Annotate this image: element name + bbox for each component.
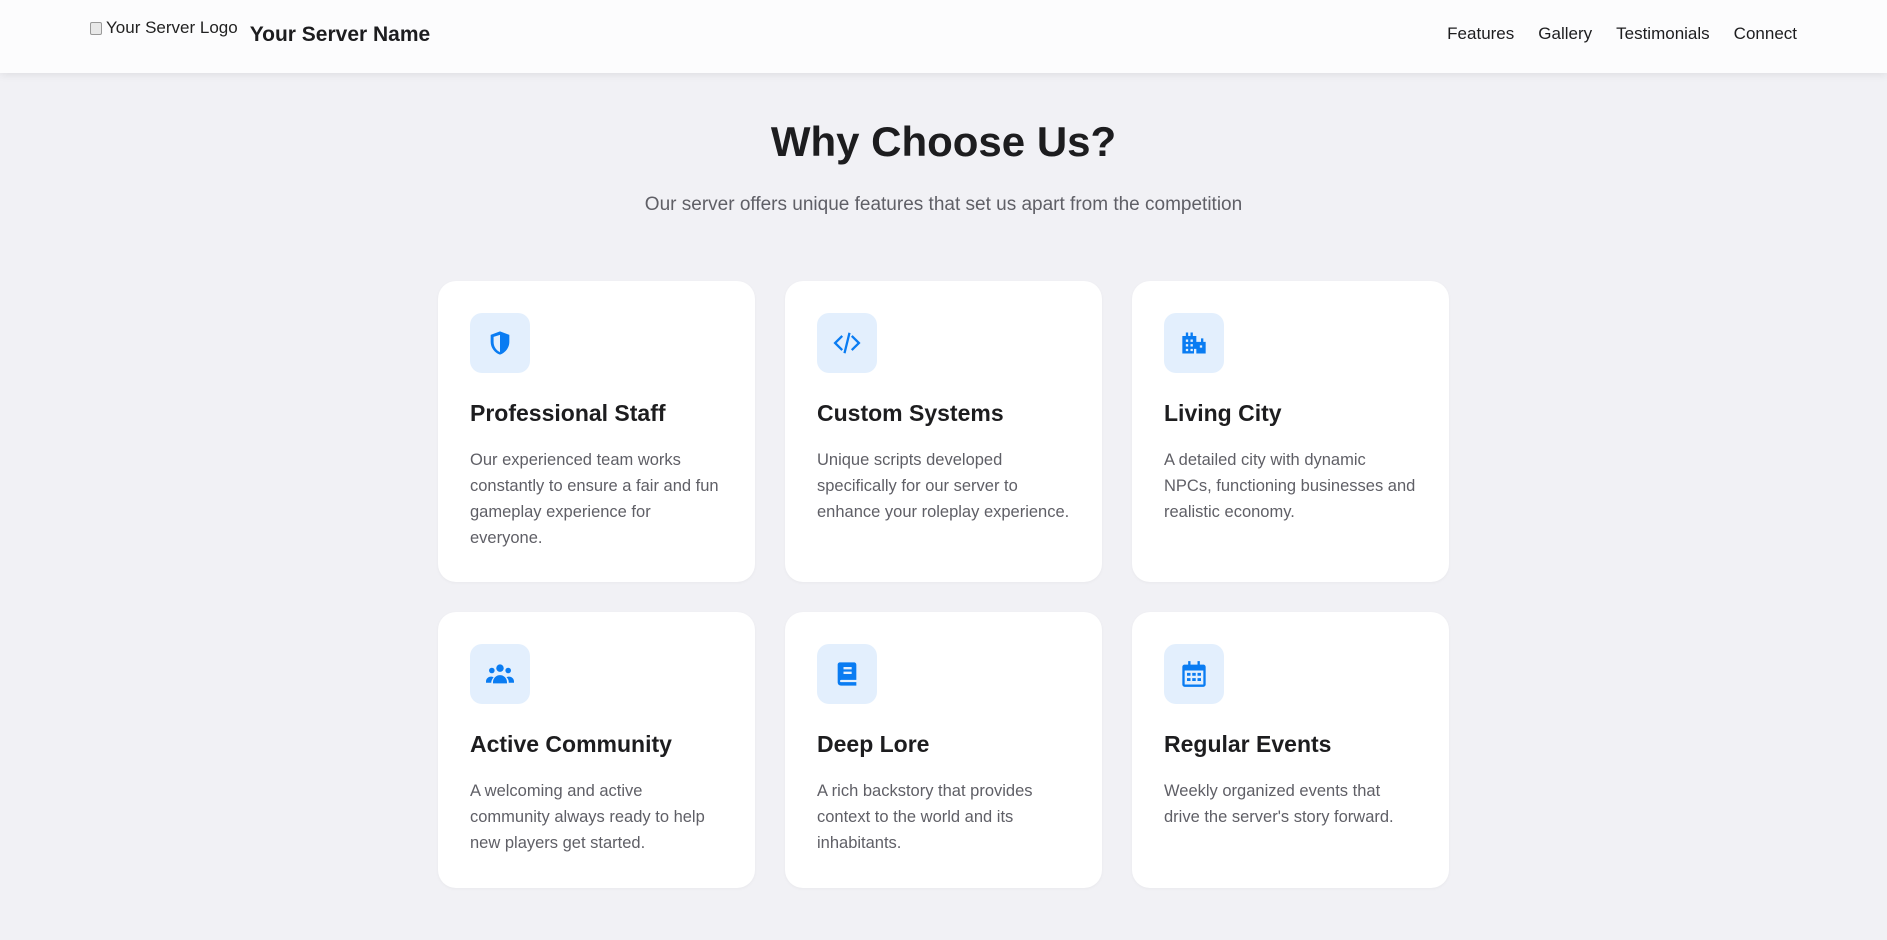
- feature-text: Our experienced team works constantly to…: [470, 451, 719, 547]
- feature-title: Active Community: [470, 731, 672, 757]
- nav-testimonials[interactable]: Testimonials: [1616, 24, 1710, 44]
- feature-title: Deep Lore: [817, 731, 930, 757]
- shield-icon: [470, 313, 530, 373]
- site-name[interactable]: Your Server Name: [250, 23, 431, 47]
- server-logo[interactable]: Your Server Logo: [90, 18, 238, 38]
- users-icon: [470, 644, 530, 704]
- calendar-icon: [1164, 644, 1224, 704]
- site-header: Your Server Logo Your Server Name Featur…: [0, 0, 1887, 73]
- logo-alt-text: Your Server Logo: [106, 18, 238, 37]
- feature-card-living-city: Living City A detailed city with dynamic…: [1132, 281, 1449, 582]
- main-nav: Features Gallery Testimonials Connect: [1447, 24, 1797, 44]
- feature-text: A detailed city with dynamic NPCs, funct…: [1164, 451, 1416, 521]
- features-grid: Professional Staff Our experienced team …: [438, 281, 1449, 888]
- feature-text: Weekly organized events that drive the s…: [1164, 782, 1394, 826]
- nav-features[interactable]: Features: [1447, 24, 1514, 44]
- feature-title: Living City: [1164, 400, 1282, 426]
- feature-card-regular-events: Regular Events Weekly organized events t…: [1132, 612, 1449, 888]
- feature-title: Custom Systems: [817, 400, 1004, 426]
- feature-text: A rich backstory that provides context t…: [817, 782, 1033, 852]
- city-icon: [1164, 313, 1224, 373]
- code-icon: [817, 313, 877, 373]
- feature-text: A welcoming and active community always …: [470, 782, 705, 852]
- broken-image-icon: [90, 21, 102, 35]
- brand[interactable]: Your Server Logo Your Server Name: [90, 17, 430, 47]
- feature-title: Professional Staff: [470, 400, 666, 426]
- feature-card-professional-staff: Professional Staff Our experienced team …: [438, 281, 755, 582]
- feature-card-custom-systems: Custom Systems Unique scripts developed …: [785, 281, 1102, 582]
- feature-card-active-community: Active Community A welcoming and active …: [438, 612, 755, 888]
- section-title: Why Choose Us?: [770, 118, 1117, 165]
- feature-title: Regular Events: [1164, 731, 1332, 757]
- nav-connect[interactable]: Connect: [1734, 24, 1797, 44]
- section-subtitle: Our server offers unique features that s…: [644, 194, 1243, 215]
- nav-gallery[interactable]: Gallery: [1538, 24, 1592, 44]
- feature-text: Unique scripts developed specifically fo…: [817, 451, 1070, 521]
- book-icon: [817, 644, 877, 704]
- feature-card-deep-lore: Deep Lore A rich backstory that provides…: [785, 612, 1102, 888]
